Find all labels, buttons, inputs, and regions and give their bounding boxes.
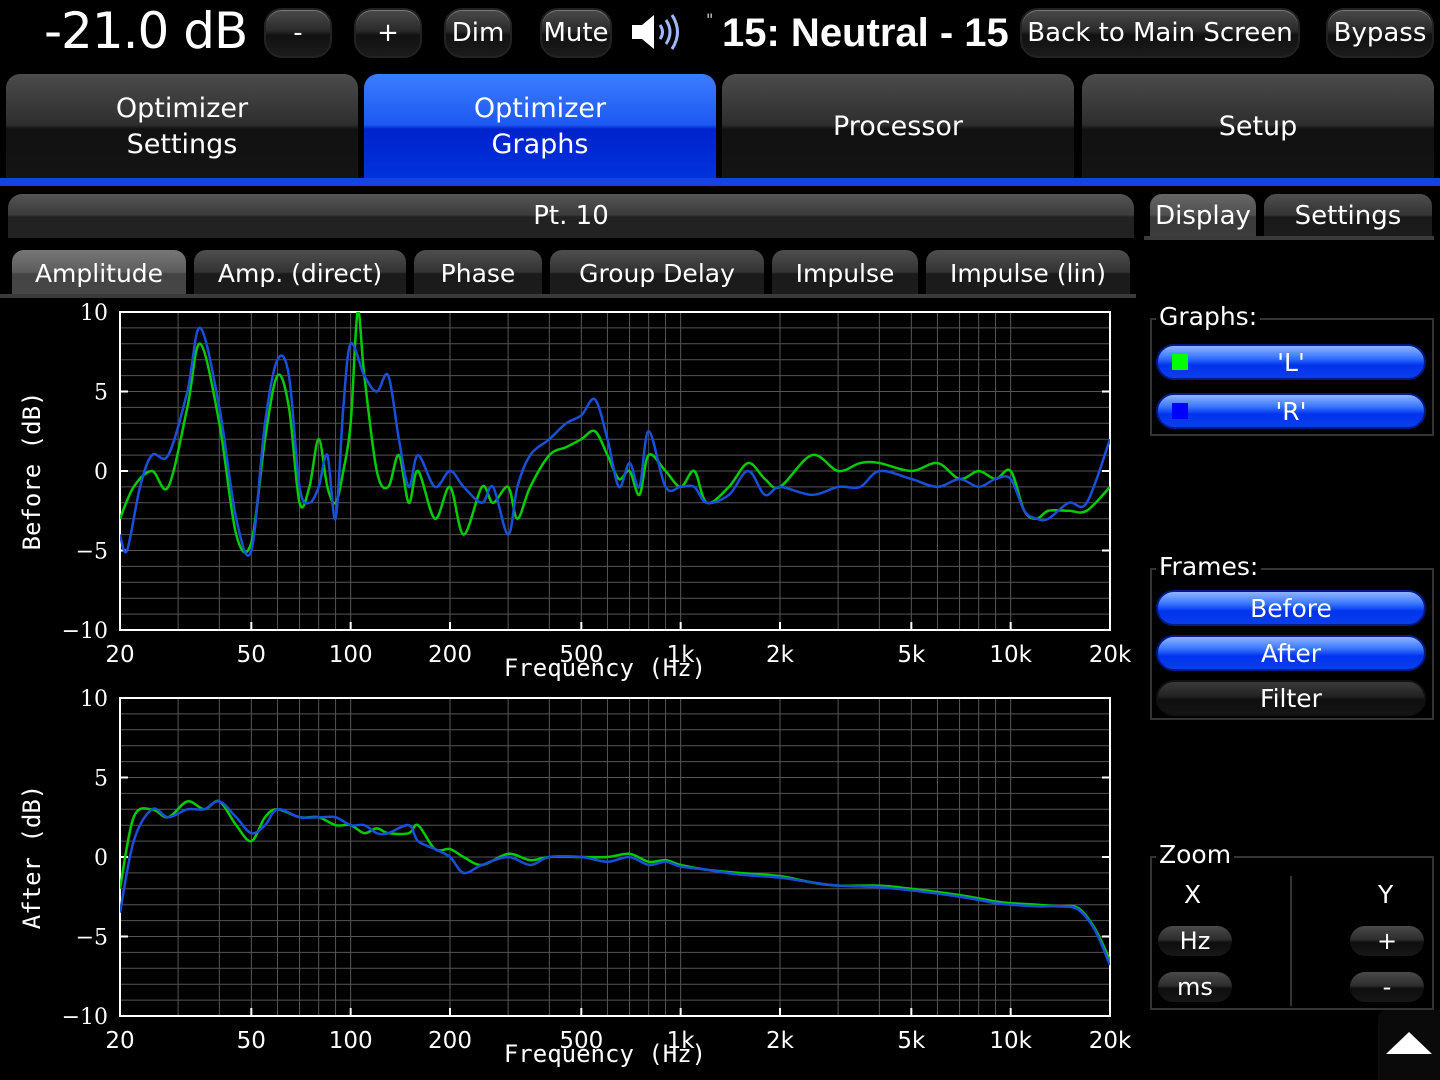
tab-display[interactable]: Display	[1150, 194, 1256, 238]
left-color-swatch	[1172, 354, 1188, 370]
zoom-y-plus-button[interactable]: +	[1350, 926, 1424, 956]
x-tick-label: 20k	[1089, 1028, 1132, 1054]
x-axis-label: Frequency (Hz)	[504, 1040, 706, 1068]
x-tick-label: 100	[329, 1028, 373, 1054]
speaker-volume-icon[interactable]	[630, 12, 688, 52]
x-tick-label: 20k	[1089, 642, 1132, 668]
graphs-label: Graphs:	[1156, 302, 1261, 332]
graph-left-label: 'L'	[1277, 347, 1305, 377]
x-tick-label: 20	[105, 642, 134, 668]
tab-label: Processor	[832, 111, 964, 142]
tab-divider	[0, 178, 1440, 186]
graph-left-toggle[interactable]: 'L'	[1156, 344, 1426, 380]
y-tick-label: 0	[94, 846, 108, 871]
y-tick-label: 0	[94, 460, 108, 485]
y-tick-label: 10	[80, 687, 108, 712]
scroll-up-button[interactable]	[1378, 1010, 1440, 1080]
y-tick-label: −10	[62, 619, 108, 644]
zoom-ms-button[interactable]: ms	[1158, 972, 1232, 1002]
frame-filter-toggle[interactable]: Filter	[1156, 680, 1426, 716]
back-to-main-button[interactable]: Back to Main Screen	[1020, 8, 1300, 58]
preset-dots: "	[706, 10, 714, 29]
series-line	[120, 326, 1110, 557]
tab-group-delay[interactable]: Group Delay	[550, 250, 764, 296]
x-tick-label: 2k	[766, 1028, 795, 1054]
x-tick-label: 10k	[989, 642, 1032, 668]
tab-optimizer-graphs[interactable]: Optimizer Graphs	[364, 74, 716, 180]
x-axis-label: Frequency (Hz)	[504, 654, 706, 682]
before-amplitude-chart: −10−5051020 50 100 200 500 1k 2k 5k 10k 20kFreque…	[18, 301, 1132, 682]
tab-label: Optimizer Settings	[115, 93, 249, 160]
y-tick-label: −5	[76, 540, 108, 565]
zoom-divider	[1290, 876, 1292, 1006]
x-tick-label: 20	[105, 1028, 134, 1054]
dim-button[interactable]: Dim	[444, 8, 512, 58]
right-panel-divider	[1144, 236, 1434, 240]
tab-phase[interactable]: Phase	[414, 250, 542, 296]
graph-type-tabs: Amplitude Amp. (direct) Phase Group Dela…	[0, 250, 1140, 298]
x-tick-label: 2k	[766, 642, 795, 668]
mute-button[interactable]: Mute	[540, 8, 612, 58]
y-tick-label: −10	[62, 1005, 108, 1030]
y-axis-label: After (dB)	[18, 785, 46, 930]
tab-impulse-lin[interactable]: Impulse (lin)	[926, 250, 1130, 296]
series-line	[120, 312, 1110, 554]
x-tick-label: 200	[428, 1028, 472, 1054]
volume-down-button[interactable]: -	[264, 8, 332, 58]
tab-settings[interactable]: Settings	[1264, 194, 1432, 238]
after-amplitude-chart: −10−5051020 50 100 200 500 1k 2k 5k 10k 20kFreque…	[18, 687, 1132, 1068]
right-color-swatch	[1172, 403, 1188, 419]
tab-label: Optimizer Graphs	[473, 93, 607, 160]
x-tick-label: 5k	[897, 1028, 926, 1054]
tab-amp-direct[interactable]: Amp. (direct)	[194, 250, 406, 296]
tab-label: Setup	[1218, 111, 1298, 142]
zoom-y-minus-button[interactable]: -	[1350, 972, 1424, 1002]
top-bar: -21.0 dB - + Dim Mute " 15: Neutral - 15…	[0, 0, 1440, 66]
before-graph: −10 −5 0 5 10 20 50 100 200 500 1k 2k 5k 10k 20k Freque…	[0, 300, 1140, 686]
zoom-y-label: Y	[1378, 880, 1394, 909]
volume-readout: -21.0 dB	[44, 2, 248, 60]
y-tick-label: 10	[80, 301, 108, 326]
graph-right-toggle[interactable]: 'R'	[1156, 393, 1426, 429]
zoom-x-label: X	[1184, 880, 1202, 909]
x-tick-label: 10k	[989, 1028, 1032, 1054]
zoom-hz-button[interactable]: Hz	[1158, 926, 1232, 956]
x-tick-label: 50	[237, 1028, 266, 1054]
tab-amplitude[interactable]: Amplitude	[12, 250, 186, 296]
x-tick-label: 50	[237, 642, 266, 668]
frame-after-toggle[interactable]: After	[1156, 635, 1426, 671]
y-axis-label: Before (dB)	[18, 392, 46, 551]
tab-processor[interactable]: Processor	[722, 74, 1074, 180]
series-line	[120, 800, 1110, 966]
y-tick-label: 5	[94, 767, 108, 792]
tab-setup[interactable]: Setup	[1082, 74, 1434, 180]
after-graph: −10 −5 0 5 10 20 50 100 200 500 1k 2k 5k 10k 20k Freque…	[0, 686, 1140, 1076]
x-tick-label: 200	[428, 642, 472, 668]
frames-label: Frames:	[1156, 552, 1262, 582]
graph-right-label: 'R'	[1275, 396, 1307, 426]
bypass-button[interactable]: Bypass	[1326, 8, 1434, 58]
zoom-label: Zoom	[1156, 840, 1235, 870]
triangle-up-icon	[1386, 1032, 1432, 1054]
x-tick-label: 5k	[897, 642, 926, 668]
measurement-point-header[interactable]: Pt. 10	[8, 194, 1134, 238]
preset-name[interactable]: 15: Neutral - 15	[722, 4, 1009, 62]
volume-up-button[interactable]: +	[354, 8, 422, 58]
sub-tab-divider	[0, 294, 1136, 298]
y-tick-label: −5	[76, 926, 108, 951]
tab-optimizer-settings[interactable]: Optimizer Settings	[6, 74, 358, 180]
tab-impulse[interactable]: Impulse	[772, 250, 918, 296]
x-tick-label: 100	[329, 642, 373, 668]
frame-before-toggle[interactable]: Before	[1156, 590, 1426, 626]
main-tabs: Optimizer Settings Optimizer Graphs Proc…	[0, 74, 1440, 180]
y-tick-label: 5	[94, 381, 108, 406]
